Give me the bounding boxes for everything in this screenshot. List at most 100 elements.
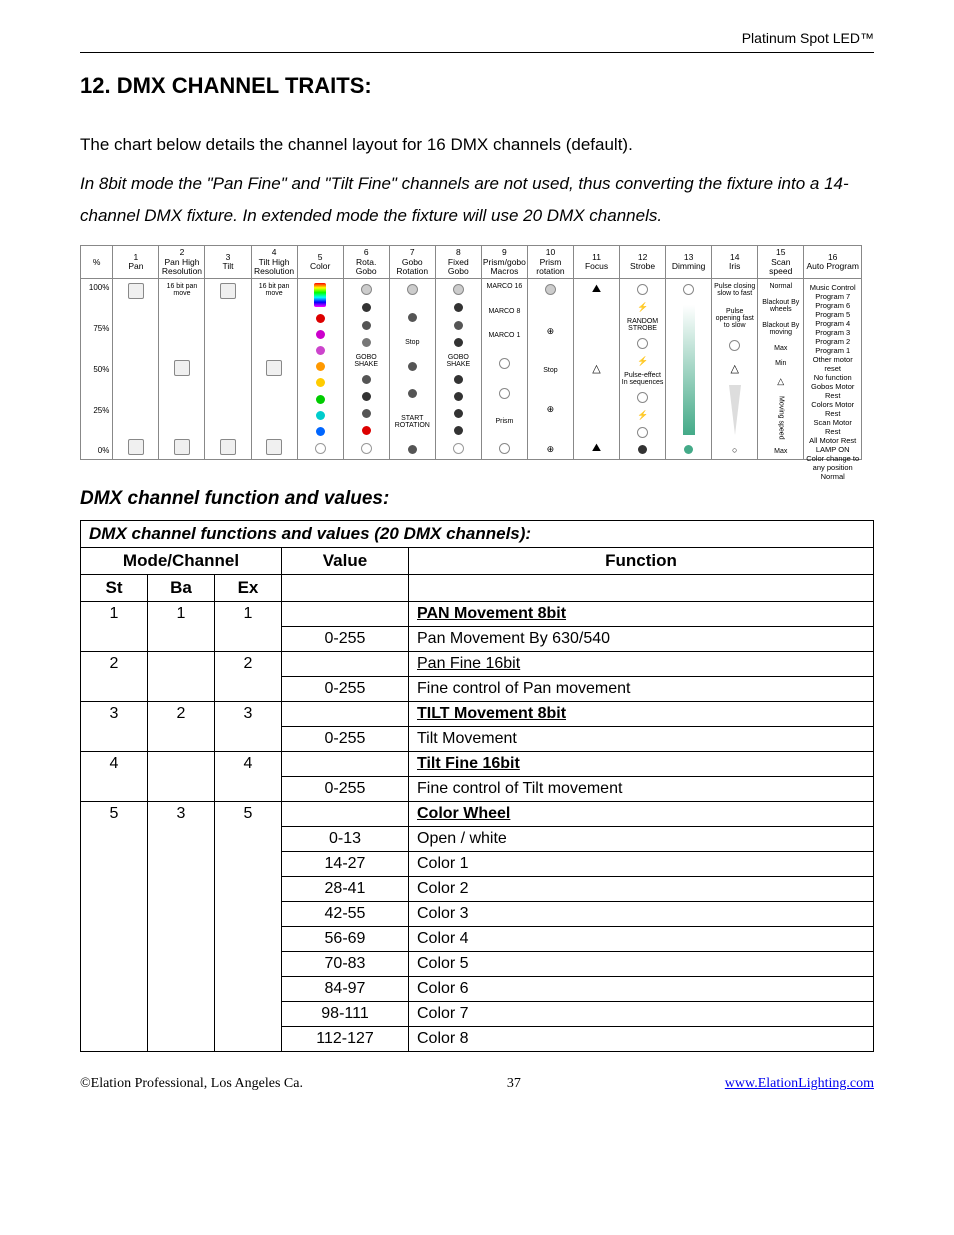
cell-st: 3 [81, 702, 148, 752]
gobo-icon [362, 392, 371, 401]
circle-icon [499, 358, 510, 369]
gobo-rot-icon [407, 284, 418, 295]
open-icon [637, 284, 648, 295]
open-icon [637, 427, 648, 438]
cell-value [282, 652, 409, 677]
fixed-gobo-icon [454, 303, 463, 312]
cell-value [282, 702, 409, 727]
chart-header-row: % 1Pan 2Pan High Resolution 3Tilt 4Tilt … [81, 246, 861, 279]
rota-gobo-column: GOBO SHAKE [344, 279, 390, 459]
fixed-gobo-icon [454, 392, 463, 401]
tilt-fine-icon [266, 360, 282, 376]
gobo-icon [361, 443, 372, 454]
tilt-fine-icon [266, 439, 282, 455]
color-dot [316, 314, 325, 323]
iris-column: Pulse closing slow to fast Pulse opening… [712, 279, 758, 459]
cell-st: 1 [81, 602, 148, 652]
gobo-icon [362, 426, 371, 435]
cell-value: 98-111 [282, 1002, 409, 1027]
chart-col-4: 4Tilt High Resolution [252, 246, 298, 278]
gobo-rotation-column: Stop START ROTATION [390, 279, 436, 459]
cell-function: Color 5 [409, 952, 874, 977]
header-rule [80, 52, 874, 53]
table-row: 22Pan Fine 16bit [81, 652, 874, 677]
cell-value: 112-127 [282, 1027, 409, 1052]
color-dot [316, 395, 325, 404]
chart-col-15: 15Scan speed [758, 246, 804, 278]
footer-link[interactable]: www.ElationLighting.com [725, 1076, 874, 1092]
cell-function: Pan Movement By 630/540 [409, 627, 874, 652]
gobo-icon [362, 321, 371, 330]
cell-ba [148, 652, 215, 702]
color-dot [316, 346, 325, 355]
table-row: 44Tilt Fine 16bit [81, 752, 874, 777]
chart-col-11: 11Focus [574, 246, 620, 278]
dim-closed-icon [684, 445, 693, 454]
chart-col-5: 5Color [298, 246, 344, 278]
tick-0: 0% [98, 446, 112, 455]
cell-value [282, 602, 409, 627]
cell-function-head: Color Wheel [409, 802, 874, 827]
gobo-icon [361, 284, 372, 295]
dim-gradient [683, 305, 695, 435]
cell-ex: 4 [215, 752, 282, 802]
auto-program-column: Music Control Program 7 Program 6 Progra… [804, 279, 861, 459]
pan-icon [128, 439, 144, 455]
scan-speed-column: Normal Blackout By wheels Blackout By mo… [758, 279, 804, 459]
intro-text-2: In 8bit mode the "Pan Fine" and "Tilt Fi… [80, 168, 874, 231]
chart-col-14: 14Iris [712, 246, 758, 278]
cell-function: Open / white [409, 827, 874, 852]
tilt-icon [220, 439, 236, 455]
table-row: 111PAN Movement 8bit [81, 602, 874, 627]
table-caption-row: DMX channel functions and values (20 DMX… [81, 521, 874, 548]
fixed-gobo-icon [454, 426, 463, 435]
tick-75: 75% [93, 324, 111, 333]
chart-col-pct: % [81, 246, 113, 278]
cell-value: 0-255 [282, 677, 409, 702]
stop-label: Stop [405, 339, 419, 346]
gobo-icon [362, 303, 371, 312]
start-rot-label: START ROTATION [391, 415, 434, 429]
color-dot [316, 378, 325, 387]
intro-text-1: The chart below details the channel layo… [80, 129, 874, 160]
cell-function: Tilt Movement [409, 727, 874, 752]
prism-rotation-column: ⊕ Stop ⊕ ⊕ [528, 279, 574, 459]
gobo-rot-icon [408, 389, 417, 398]
color-dot [315, 443, 326, 454]
channel-layout-chart: % 1Pan 2Pan High Resolution 3Tilt 4Tilt … [80, 245, 862, 460]
footer-page-number: 37 [507, 1076, 521, 1092]
tick-100: 100% [89, 283, 111, 292]
cell-value: 14-27 [282, 852, 409, 877]
cell-value: 70-83 [282, 952, 409, 977]
cell-ba [148, 752, 215, 802]
cell-value [282, 802, 409, 827]
cell-ba: 2 [148, 702, 215, 752]
cell-ex: 1 [215, 602, 282, 652]
fixed-gobo-icon [454, 321, 463, 330]
color-dot [316, 411, 325, 420]
table-header-row: Mode/Channel Value Function [81, 548, 874, 575]
pan-icon [128, 283, 144, 299]
chart-col-10: 10Prism rotation [528, 246, 574, 278]
cell-function: Color 7 [409, 1002, 874, 1027]
cell-function-head: Tilt Fine 16bit [409, 752, 874, 777]
fixed-gobo-icon [454, 375, 463, 384]
table-subheader-row: St Ba Ex [81, 575, 874, 602]
open-icon [637, 392, 648, 403]
cell-function: Color 4 [409, 927, 874, 952]
circle-icon [499, 443, 510, 454]
cell-function: Color 8 [409, 1027, 874, 1052]
cell-function-head: TILT Movement 8bit [409, 702, 874, 727]
gobo-shake-label: GOBO SHAKE [437, 354, 480, 368]
chart-col-12: 12Strobe [620, 246, 666, 278]
tilt-fine-note: 16 bit pan move [253, 283, 296, 297]
chart-col-7: 7Gobo Rotation [390, 246, 436, 278]
color-column [298, 279, 344, 459]
cell-ba: 3 [148, 802, 215, 1052]
fixed-gobo-column: GOBO SHAKE [436, 279, 482, 459]
cell-value: 0-255 [282, 627, 409, 652]
table-row: 323TILT Movement 8bit [81, 702, 874, 727]
cell-function: Fine control of Pan movement [409, 677, 874, 702]
gobo-icon [362, 409, 371, 418]
tick-25: 25% [93, 406, 111, 415]
